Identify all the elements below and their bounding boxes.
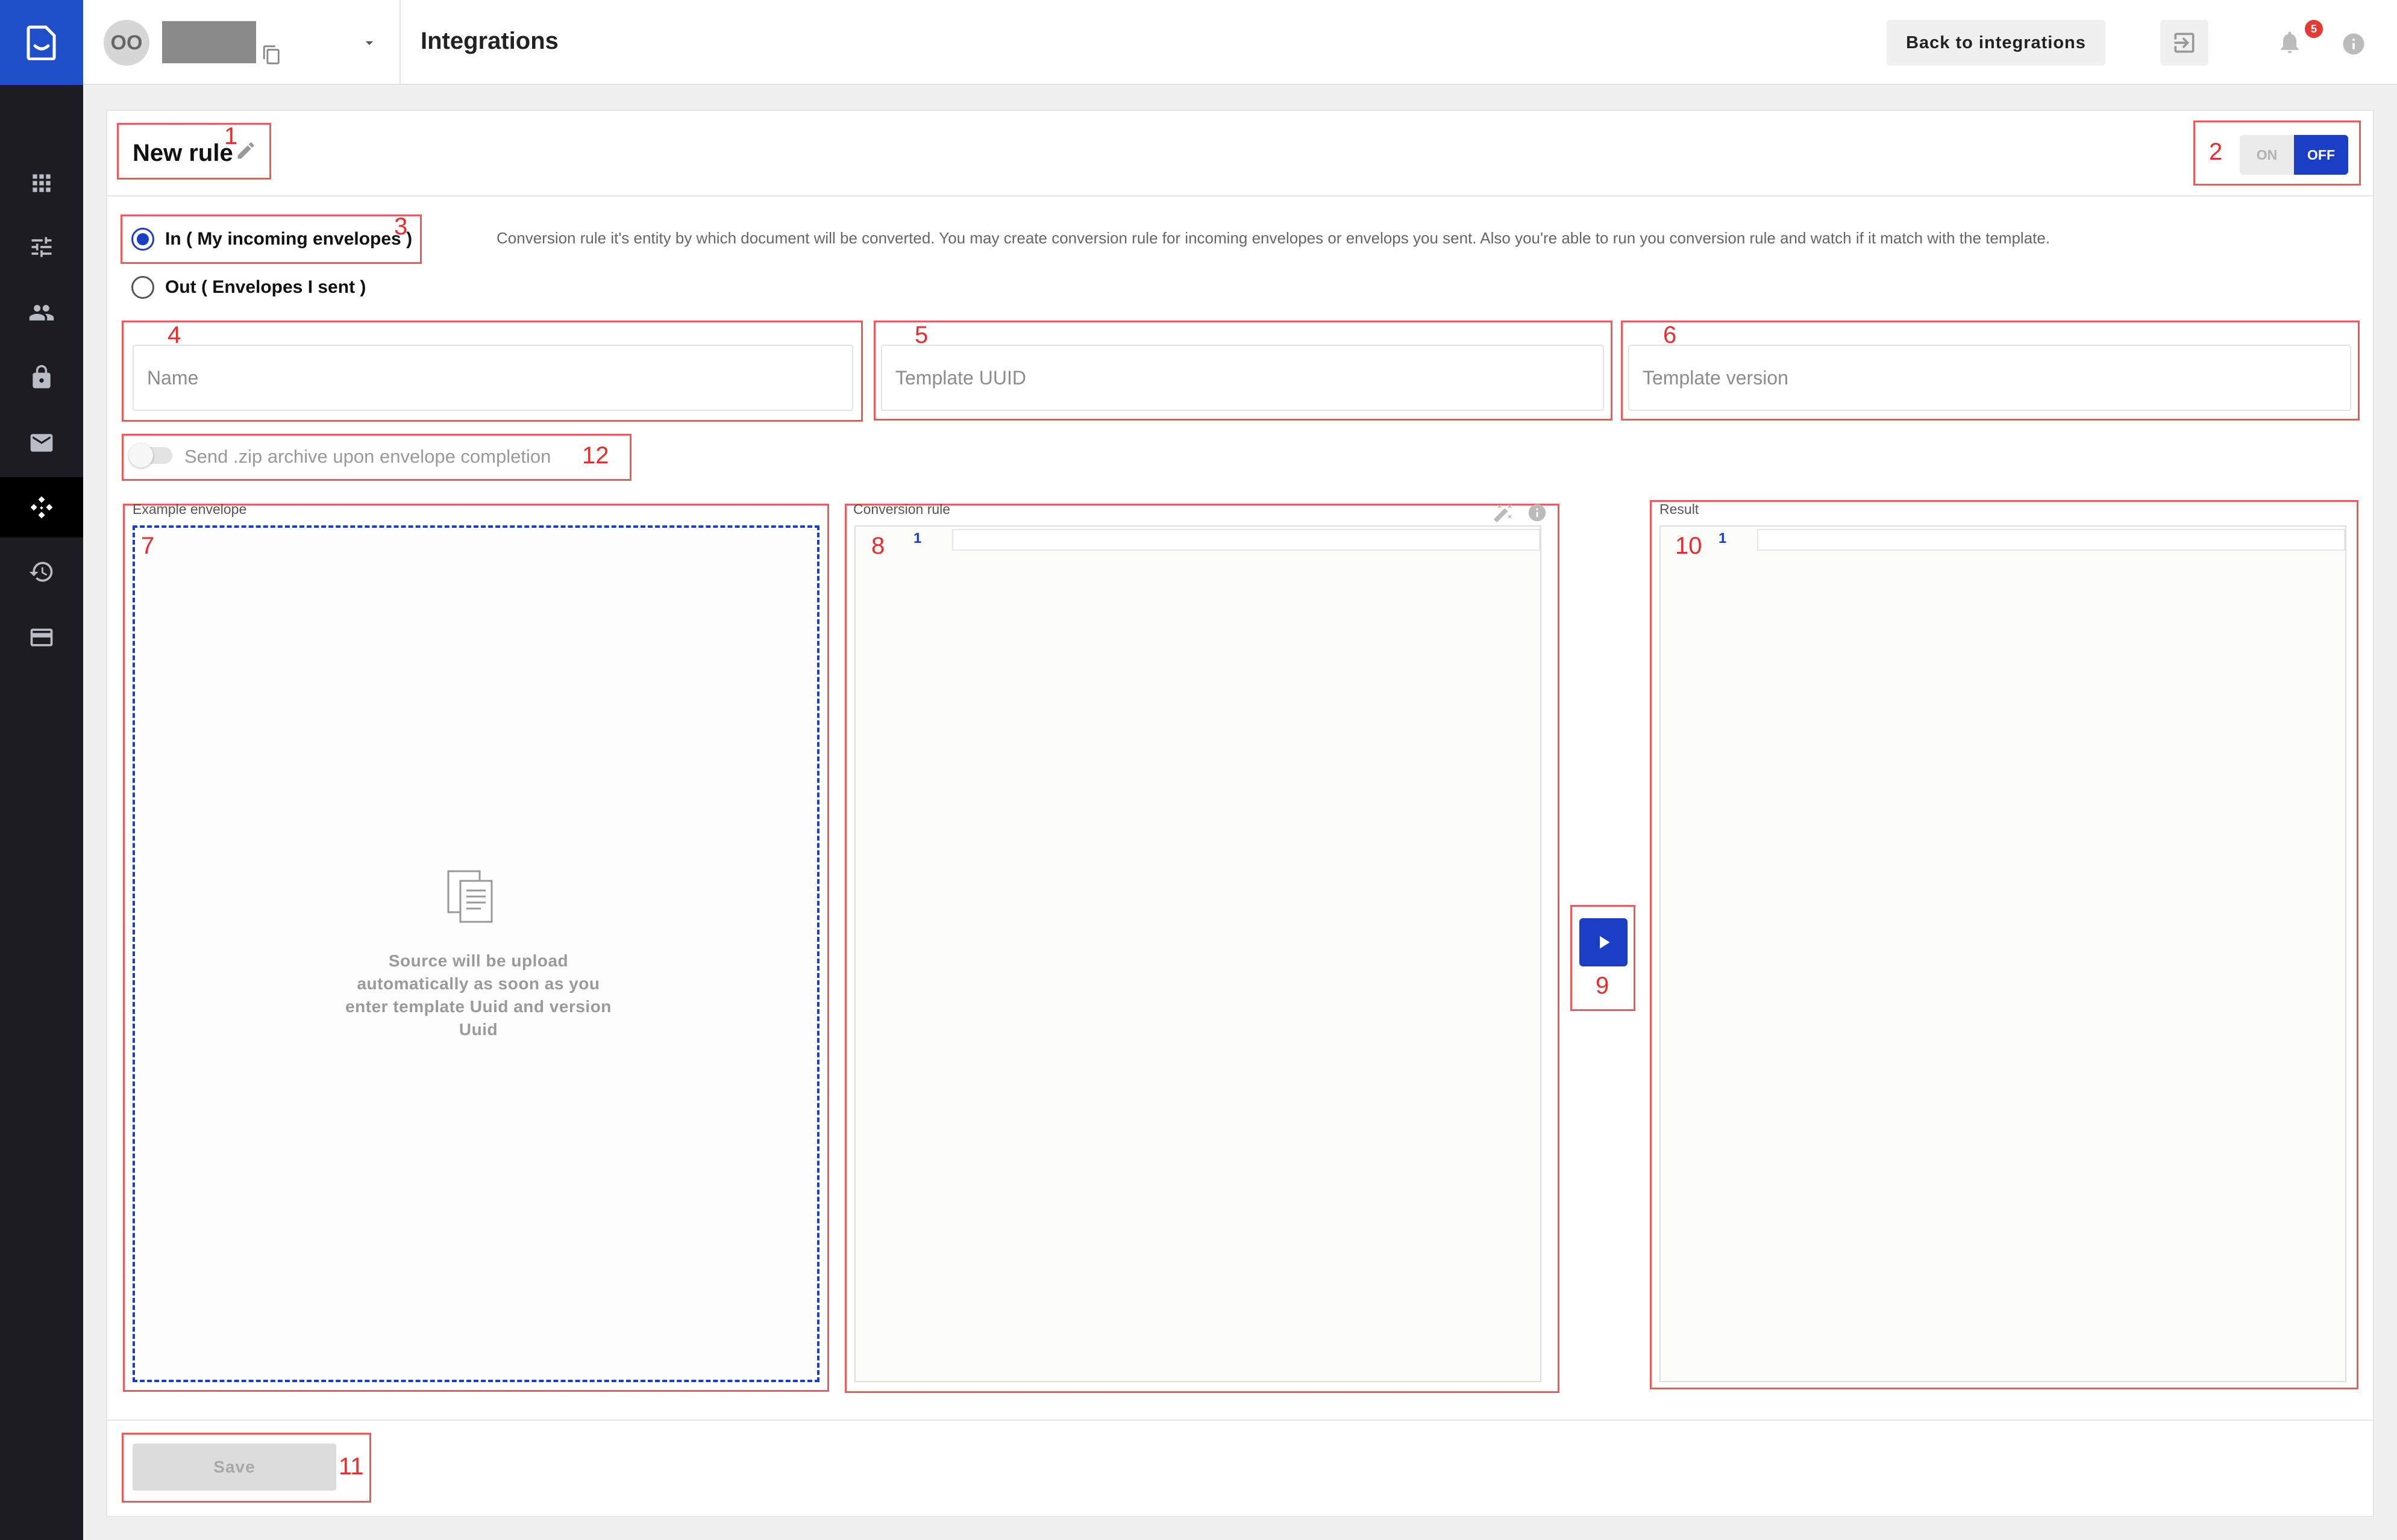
- radio-out[interactable]: [131, 276, 154, 299]
- sidebar-item-mail[interactable]: [0, 413, 83, 473]
- dropzone-hint: Source will be upload automatically as s…: [345, 951, 612, 1039]
- pencil-icon[interactable]: [235, 140, 257, 161]
- line-number: 1: [913, 530, 922, 546]
- org-avatar[interactable]: OO: [104, 20, 149, 66]
- page-title: Integrations: [421, 28, 559, 54]
- top-header: OO Integrations Back to integrations 5 O…: [83, 0, 2397, 85]
- annotation-marker-7: 7: [141, 533, 155, 559]
- annotation-marker-12: 12: [582, 442, 609, 469]
- name-input[interactable]: [133, 345, 853, 411]
- header-divider: [400, 0, 401, 85]
- sidebar-item-users[interactable]: [0, 283, 83, 343]
- annotation-marker-8: 8: [871, 533, 885, 559]
- conversion-rule-editor[interactable]: 1: [854, 525, 1541, 1382]
- radio-out-label[interactable]: Out ( Envelopes I sent ): [165, 277, 366, 298]
- rule-description: Conversion rule it's entity by which doc…: [497, 229, 2051, 247]
- active-line[interactable]: [1757, 529, 2345, 551]
- integrations-icon: [30, 496, 53, 519]
- result-label: Result: [1659, 501, 1699, 517]
- footer-divider: [107, 1419, 2373, 1421]
- toggle-off-option[interactable]: OFF: [2294, 135, 2348, 175]
- example-envelope-label: Example envelope: [133, 501, 247, 517]
- annotation-marker-1: 1: [224, 123, 238, 149]
- sidebar: [0, 0, 83, 1540]
- active-toggle[interactable]: ON OFF: [2240, 135, 2348, 175]
- card-icon: [30, 628, 53, 646]
- back-to-integrations-button[interactable]: Back to integrations: [1887, 20, 2105, 66]
- result-editor[interactable]: 1: [1659, 525, 2346, 1382]
- template-uuid-input[interactable]: [881, 345, 1604, 411]
- annotation-marker-10: 10: [1675, 533, 1702, 559]
- play-icon: [1600, 936, 1610, 949]
- sidebar-item-history[interactable]: [0, 542, 83, 602]
- sidebar-item-billing[interactable]: [0, 607, 83, 668]
- mail-icon: [30, 434, 53, 452]
- sidebar-item-integrations[interactable]: [0, 477, 83, 537]
- bell-icon[interactable]: [2276, 29, 2303, 55]
- org-name-redacted: [162, 21, 256, 63]
- radio-in-label[interactable]: In ( My incoming envelopes ): [165, 229, 412, 249]
- notification-badge: 5: [2305, 20, 2323, 38]
- sidebar-item-security[interactable]: [0, 347, 83, 407]
- radio-in[interactable]: [131, 228, 154, 251]
- chevron-down-icon[interactable]: [360, 34, 378, 52]
- magic-wand-icon[interactable]: [1493, 502, 1514, 523]
- document-logo-icon: [27, 25, 56, 60]
- people-icon: [29, 305, 54, 321]
- sliders-icon: [31, 237, 52, 257]
- title-divider: [107, 195, 2373, 196]
- logout-button[interactable]: [2160, 20, 2208, 66]
- info-icon[interactable]: [1527, 502, 1547, 523]
- run-button[interactable]: [1579, 918, 1628, 966]
- sidebar-item-dashboard[interactable]: [0, 153, 83, 213]
- zip-switch-label[interactable]: Send .zip archive upon envelope completi…: [184, 446, 551, 468]
- template-version-input[interactable]: [1628, 345, 2351, 411]
- history-icon: [29, 562, 53, 582]
- copy-icon[interactable]: [262, 45, 282, 65]
- info-icon[interactable]: [2341, 31, 2366, 57]
- example-envelope-dropzone[interactable]: Source will be upload automatically as s…: [133, 525, 819, 1382]
- rule-editor-card: New rule 1 2 ON OFF 3 In ( My incoming e…: [106, 110, 2374, 1517]
- annotation-marker-9: 9: [1596, 972, 1609, 999]
- rule-title[interactable]: New rule: [133, 140, 233, 167]
- active-line[interactable]: [952, 529, 1540, 551]
- app-logo[interactable]: [0, 0, 83, 85]
- save-button[interactable]: Save: [133, 1444, 336, 1491]
- toggle-on-option[interactable]: ON: [2240, 135, 2294, 175]
- documents-icon: [447, 870, 493, 923]
- line-number: 1: [1719, 530, 1727, 546]
- conversion-rule-label: Conversion rule: [853, 501, 951, 517]
- exit-to-app-icon: [2174, 33, 2195, 53]
- lock-icon: [33, 365, 51, 389]
- annotation-marker-2: 2: [2209, 139, 2223, 165]
- sidebar-item-settings[interactable]: [0, 217, 83, 277]
- zip-switch-thumb[interactable]: [129, 443, 153, 468]
- annotation-marker-11: 11: [339, 1453, 364, 1480]
- apps-grid-icon: [33, 174, 51, 192]
